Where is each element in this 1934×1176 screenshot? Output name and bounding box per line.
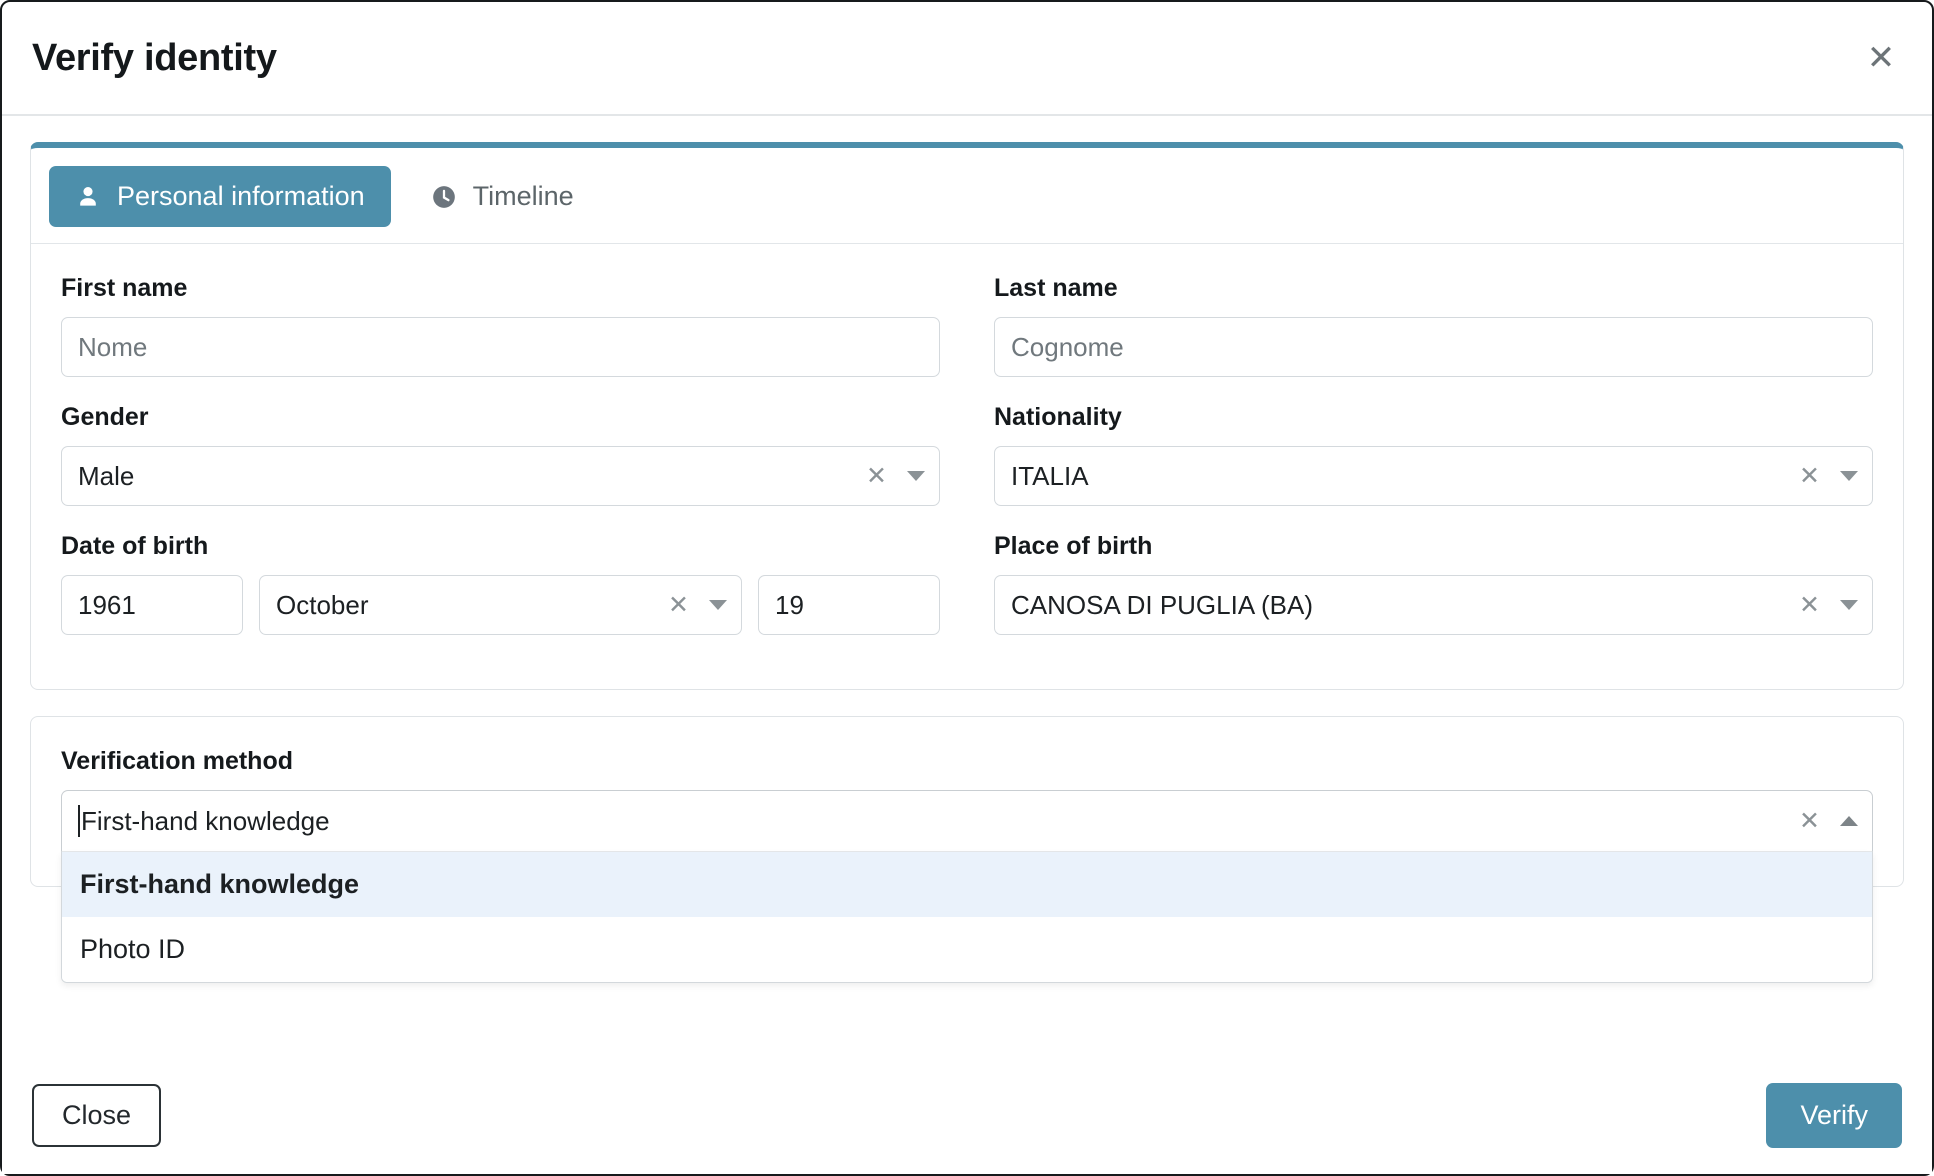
chevron-up-icon[interactable] (1840, 816, 1858, 826)
nationality-select[interactable]: ITALIA ✕ (994, 446, 1873, 506)
dropdown-option-label: Photo ID (80, 934, 186, 964)
verification-method-value: First-hand knowledge (81, 805, 330, 836)
field-first-name: First name Nome (61, 274, 940, 377)
verification-method-input[interactable]: First-hand knowledge ✕ (61, 790, 1873, 852)
clock-icon (431, 184, 457, 210)
tab-timeline[interactable]: Timeline (405, 166, 600, 227)
first-name-placeholder: Nome (78, 331, 148, 362)
verify-button[interactable]: Verify (1766, 1082, 1902, 1148)
date-of-birth-label: Date of birth (61, 532, 209, 560)
tab-personal-information[interactable]: Personal information (49, 166, 391, 227)
personal-information-card: Personal information Timeline First name (30, 142, 1904, 690)
field-place-of-birth: Place of birth CANOSA DI PUGLIA (BA) ✕ (994, 532, 1873, 635)
tab-timeline-label: Timeline (472, 181, 574, 211)
gender-select[interactable]: Male ✕ (61, 446, 940, 506)
date-of-birth-day-input[interactable]: 19 (758, 575, 940, 635)
dropdown-option-label: First-hand knowledge (80, 869, 360, 899)
date-of-birth-month-value: October (276, 589, 369, 620)
date-of-birth-month-select[interactable]: October ✕ (259, 575, 742, 635)
field-nationality: Nationality ITALIA ✕ (994, 403, 1873, 506)
verification-method-label: Verification method (61, 747, 293, 775)
gender-value: Male (78, 460, 135, 491)
first-name-label: First name (61, 274, 188, 302)
dropdown-option-photo-id[interactable]: Photo ID (62, 917, 1872, 982)
personal-information-form: First name Nome Last name Cognome Gender (31, 244, 1903, 689)
first-name-input[interactable]: Nome (61, 317, 940, 377)
gender-label: Gender (61, 403, 149, 431)
tab-bar: Personal information Timeline (31, 148, 1903, 244)
chevron-down-icon[interactable] (1840, 471, 1858, 481)
clear-icon[interactable]: ✕ (1799, 592, 1820, 618)
field-date-of-birth: Date of birth 1961 October ✕ 19 (61, 532, 940, 635)
date-of-birth-day-value: 19 (775, 589, 804, 620)
chevron-down-icon[interactable] (907, 471, 925, 481)
nationality-select-icons: ✕ (1799, 447, 1858, 505)
date-of-birth-month-icons: ✕ (668, 576, 727, 634)
chevron-down-icon[interactable] (709, 600, 727, 610)
modal-header: Verify identity ✕ (2, 2, 1932, 116)
place-of-birth-select[interactable]: CANOSA DI PUGLIA (BA) ✕ (994, 575, 1873, 635)
last-name-placeholder: Cognome (1011, 331, 1124, 362)
last-name-input[interactable]: Cognome (994, 317, 1873, 377)
text-cursor (78, 805, 80, 837)
verification-method-card: Verification method First-hand knowledge… (30, 716, 1904, 983)
close-icon[interactable]: ✕ (1858, 35, 1904, 81)
user-icon (75, 184, 101, 210)
chevron-down-icon[interactable] (1840, 600, 1858, 610)
nationality-value: ITALIA (1011, 460, 1089, 491)
close-button[interactable]: Close (32, 1083, 162, 1147)
nationality-label: Nationality (994, 403, 1122, 431)
clear-icon[interactable]: ✕ (668, 592, 689, 618)
modal-footer: Close Verify (2, 1056, 1932, 1174)
verification-method-icons: ✕ (1799, 791, 1858, 851)
gender-select-icons: ✕ (866, 447, 925, 505)
date-of-birth-year-input[interactable]: 1961 (61, 575, 243, 635)
modal-body: Personal information Timeline First name (2, 116, 1932, 1056)
verification-method-combobox: First-hand knowledge ✕ First-hand knowle… (61, 790, 1873, 983)
clear-icon[interactable]: ✕ (1799, 808, 1820, 834)
clear-icon[interactable]: ✕ (1799, 463, 1820, 489)
page-title: Verify identity (32, 36, 277, 79)
field-gender: Gender Male ✕ (61, 403, 940, 506)
place-of-birth-value: CANOSA DI PUGLIA (BA) (1011, 589, 1313, 620)
last-name-label: Last name (994, 274, 1118, 302)
clear-icon[interactable]: ✕ (866, 463, 887, 489)
tab-personal-information-label: Personal information (117, 181, 365, 211)
date-of-birth-row: 1961 October ✕ 19 (61, 575, 940, 635)
field-last-name: Last name Cognome (994, 274, 1873, 377)
place-of-birth-label: Place of birth (994, 532, 1153, 560)
verification-method-dropdown: First-hand knowledge Photo ID (61, 852, 1873, 983)
verify-identity-modal: Verify identity ✕ Personal information T… (0, 0, 1934, 1176)
dropdown-option-first-hand-knowledge[interactable]: First-hand knowledge (62, 852, 1872, 917)
date-of-birth-year-value: 1961 (78, 589, 136, 620)
place-of-birth-select-icons: ✕ (1799, 576, 1858, 634)
